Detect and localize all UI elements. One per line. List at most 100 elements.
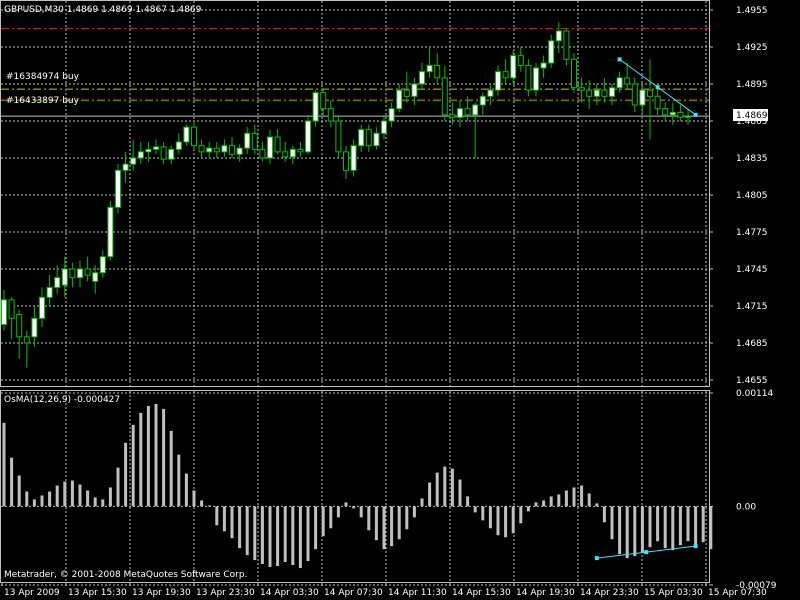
candle[interactable] bbox=[533, 63, 539, 97]
candle[interactable] bbox=[221, 139, 228, 157]
candle[interactable] bbox=[168, 145, 175, 165]
candle[interactable] bbox=[434, 53, 441, 84]
candle[interactable] bbox=[441, 65, 448, 122]
candle[interactable] bbox=[175, 133, 182, 155]
candle[interactable] bbox=[373, 127, 380, 150]
candle[interactable] bbox=[312, 90, 319, 128]
candle[interactable] bbox=[84, 256, 91, 282]
candle[interactable] bbox=[601, 77, 608, 103]
candle[interactable] bbox=[259, 141, 266, 162]
candle[interactable] bbox=[69, 262, 76, 288]
osma-bar bbox=[602, 506, 606, 523]
candle[interactable] bbox=[130, 139, 137, 171]
candle[interactable] bbox=[54, 265, 61, 294]
candle-body bbox=[685, 115, 691, 118]
candle[interactable] bbox=[662, 102, 669, 122]
candle[interactable] bbox=[122, 151, 129, 183]
y-tick-label: 1.4775 bbox=[736, 228, 768, 238]
osma-trend-line[interactable] bbox=[594, 544, 698, 561]
candle[interactable] bbox=[267, 129, 273, 165]
candle[interactable] bbox=[61, 256, 68, 298]
candle-body bbox=[274, 136, 281, 153]
candle[interactable] bbox=[502, 59, 509, 84]
candle[interactable] bbox=[571, 53, 577, 93]
candle[interactable] bbox=[305, 114, 311, 155]
candle[interactable] bbox=[403, 71, 410, 103]
candle[interactable] bbox=[525, 59, 532, 97]
candle[interactable] bbox=[586, 80, 593, 109]
candle-body bbox=[540, 62, 547, 69]
candle[interactable] bbox=[365, 124, 372, 152]
candle[interactable] bbox=[99, 250, 106, 278]
candle[interactable] bbox=[115, 164, 121, 214]
candle[interactable] bbox=[487, 84, 494, 105]
candle[interactable] bbox=[495, 65, 501, 97]
candle[interactable] bbox=[479, 92, 486, 115]
candle[interactable] bbox=[160, 141, 167, 165]
candle[interactable] bbox=[92, 265, 99, 294]
candle[interactable] bbox=[343, 145, 349, 179]
osma-bar bbox=[686, 506, 690, 542]
candle[interactable] bbox=[274, 129, 281, 155]
osma-bar bbox=[564, 490, 568, 507]
candle[interactable] bbox=[593, 84, 600, 105]
candle[interactable] bbox=[1, 289, 7, 331]
candle[interactable] bbox=[153, 139, 159, 155]
candle[interactable] bbox=[563, 28, 570, 66]
candle[interactable] bbox=[191, 121, 197, 150]
candle[interactable] bbox=[517, 47, 524, 72]
candle[interactable] bbox=[31, 306, 38, 347]
candle[interactable] bbox=[457, 100, 463, 128]
trend-handle bbox=[693, 112, 698, 117]
osma-bar bbox=[32, 499, 36, 507]
osma-bar bbox=[177, 454, 181, 507]
candle[interactable] bbox=[107, 201, 114, 261]
candle[interactable] bbox=[46, 275, 53, 306]
osma-bar bbox=[108, 487, 112, 507]
candle[interactable] bbox=[251, 124, 258, 155]
candle[interactable] bbox=[282, 141, 289, 162]
candle[interactable] bbox=[419, 63, 425, 91]
candle[interactable] bbox=[8, 297, 15, 340]
trading-chart[interactable]: 1.49551.49251.48951.48651.48351.48051.47… bbox=[0, 0, 800, 600]
candle[interactable] bbox=[358, 124, 365, 152]
candle[interactable] bbox=[609, 84, 615, 105]
candle[interactable] bbox=[39, 287, 45, 327]
candle[interactable] bbox=[229, 137, 235, 158]
candle[interactable] bbox=[198, 139, 205, 159]
candle[interactable] bbox=[388, 102, 395, 128]
candle-body bbox=[31, 317, 38, 338]
candle[interactable] bbox=[631, 77, 638, 113]
candle[interactable] bbox=[548, 34, 555, 68]
candle[interactable] bbox=[137, 141, 144, 165]
candle[interactable] bbox=[677, 104, 684, 121]
candle[interactable] bbox=[289, 145, 296, 165]
x-tick-label: 14 Apr 11:30 bbox=[388, 588, 447, 598]
candle[interactable] bbox=[244, 127, 251, 155]
candle[interactable] bbox=[555, 22, 562, 54]
candle[interactable] bbox=[472, 102, 479, 159]
candle[interactable] bbox=[77, 260, 83, 288]
candle[interactable] bbox=[426, 47, 433, 78]
y-tick-label: 1.4655 bbox=[736, 376, 768, 386]
y-tick-label: 1.4955 bbox=[736, 6, 768, 16]
candle[interactable] bbox=[16, 309, 23, 360]
candle[interactable] bbox=[624, 63, 631, 91]
candle[interactable] bbox=[145, 141, 152, 162]
candle[interactable] bbox=[236, 144, 243, 162]
candle[interactable] bbox=[213, 141, 220, 158]
candle[interactable] bbox=[23, 330, 30, 368]
candle[interactable] bbox=[335, 114, 342, 158]
candle[interactable] bbox=[510, 50, 517, 84]
candle[interactable] bbox=[320, 87, 327, 115]
candle[interactable] bbox=[297, 141, 304, 157]
candle[interactable] bbox=[183, 124, 190, 146]
candle[interactable] bbox=[206, 141, 213, 158]
candle[interactable] bbox=[578, 77, 585, 103]
candle[interactable] bbox=[654, 87, 661, 115]
candle-body bbox=[441, 77, 448, 116]
osma-bar bbox=[238, 506, 242, 549]
candle[interactable] bbox=[540, 55, 547, 78]
candle[interactable] bbox=[327, 100, 334, 128]
candle[interactable] bbox=[350, 139, 357, 177]
